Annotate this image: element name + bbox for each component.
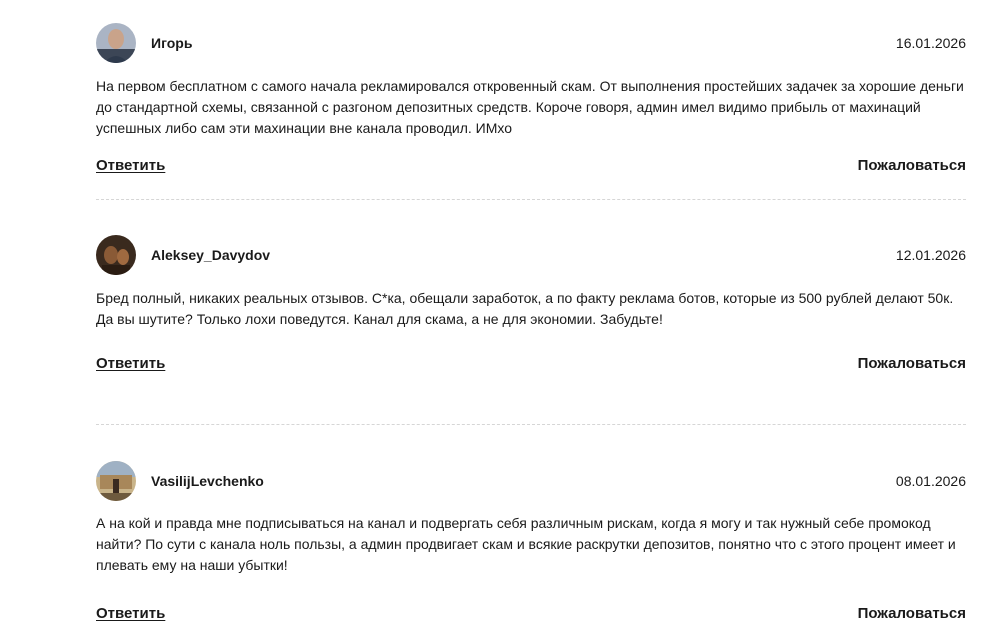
comment-header: Игорь 16.01.2026: [96, 22, 966, 64]
comment-author: Игорь: [151, 35, 193, 51]
comment-text: А на кой и правда мне подписываться на к…: [96, 515, 956, 573]
report-link[interactable]: Пожаловаться: [858, 157, 966, 174]
report-link[interactable]: Пожаловаться: [858, 355, 966, 372]
comments-list: Игорь 16.01.2026 На первом бесплатном с …: [96, 22, 966, 624]
report-link[interactable]: Пожаловаться: [858, 605, 966, 622]
comment-date: 08.01.2026: [895, 473, 966, 489]
user-photo-icon: [96, 235, 136, 275]
avatar[interactable]: [96, 461, 136, 501]
comment-header: VasilijLevchenko 08.01.2026: [96, 460, 966, 502]
comment-actions: Ответить Пожаловаться: [96, 157, 966, 174]
user-photo-icon: [96, 461, 136, 501]
comment-header: Aleksey_Davydov 12.01.2026: [96, 234, 966, 276]
reply-link[interactable]: Ответить: [96, 355, 165, 372]
comment-date: 12.01.2026: [895, 247, 966, 263]
user-photo-icon: [96, 23, 136, 63]
comment-actions: Ответить Пожаловаться: [96, 355, 966, 372]
avatar[interactable]: [96, 23, 136, 63]
comment-actions: Ответить Пожаловаться: [96, 602, 966, 624]
comment-text: На первом бесплатном с самого начала рек…: [96, 78, 964, 136]
comment-date: 16.01.2026: [895, 35, 966, 51]
avatar[interactable]: [96, 235, 136, 275]
comment-item: Игорь 16.01.2026 На первом бесплатном с …: [96, 22, 966, 200]
reply-link[interactable]: Ответить: [96, 157, 165, 174]
comment-author: VasilijLevchenko: [151, 473, 264, 489]
reply-link[interactable]: Ответить: [96, 605, 165, 622]
comment-item: Aleksey_Davydov 12.01.2026 Бред полный, …: [96, 234, 966, 425]
comment-author: Aleksey_Davydov: [151, 247, 271, 263]
comment-text: Бред полный, никаких реальных отзывов. С…: [96, 290, 954, 327]
comment-item: VasilijLevchenko 08.01.2026 А на кой и п…: [96, 460, 966, 624]
